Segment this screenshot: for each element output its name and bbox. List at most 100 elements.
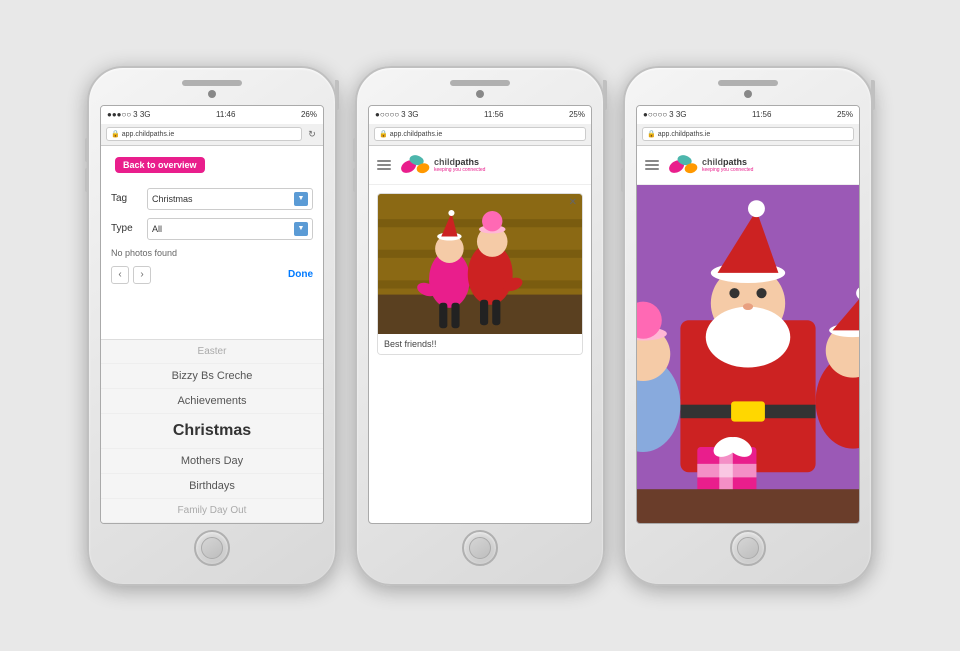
hamburger-line xyxy=(377,168,391,170)
back-to-overview-button[interactable]: Back to overview xyxy=(115,157,205,173)
volume-down-button[interactable] xyxy=(621,168,625,192)
status-left: ●○○○○ 3 3G xyxy=(375,110,419,119)
type-select-arrow: ▼ xyxy=(294,222,308,236)
home-button[interactable] xyxy=(194,530,230,566)
list-item[interactable]: Easter xyxy=(101,340,323,364)
logo-child-text: child xyxy=(702,157,723,167)
phone-2: ●○○○○ 3 3G 11:56 25% 🔒 app.childpaths.ie xyxy=(355,66,605,586)
power-button[interactable] xyxy=(603,80,607,110)
tag-value: Christmas xyxy=(152,194,193,204)
tag-select[interactable]: Christmas ▼ xyxy=(147,188,313,210)
phone-1-content: Back to overview Tag Christmas ▼ Type Al… xyxy=(101,146,323,523)
phone-top xyxy=(631,80,865,101)
hamburger-menu[interactable] xyxy=(645,160,659,170)
type-filter-row: Type All ▼ xyxy=(111,218,313,240)
santa-photo xyxy=(637,185,859,523)
logo-text: child paths keeping you connected xyxy=(702,157,753,173)
network-type: 3 3G xyxy=(133,110,150,119)
type-label: Type xyxy=(111,223,141,234)
phone-top xyxy=(363,80,597,101)
battery-indicator: 25% xyxy=(837,110,853,119)
prev-page-button[interactable]: ‹ xyxy=(111,266,129,284)
logo-text: child paths keeping you connected xyxy=(434,157,485,173)
list-item[interactable]: Mothers Day xyxy=(101,449,323,474)
status-right: 25% xyxy=(837,110,853,119)
battery-indicator: 26% xyxy=(301,110,317,119)
list-item[interactable]: Birthdays xyxy=(101,474,323,499)
address-bar[interactable]: 🔒 app.childpaths.ie xyxy=(642,127,854,141)
list-item[interactable]: Family Day Out xyxy=(101,499,323,523)
browser-bar: 🔒 app.childpaths.ie ↻ xyxy=(101,124,323,146)
list-item-selected[interactable]: Christmas xyxy=(101,414,323,449)
volume-down-button[interactable] xyxy=(85,168,89,192)
phone-1-screen: ●●●○○ 3 3G 11:46 26% 🔒 app.childpaths.ie… xyxy=(100,105,324,524)
power-button[interactable] xyxy=(871,80,875,110)
signal-dots: ●○○○○ xyxy=(375,110,399,119)
done-button[interactable]: Done xyxy=(288,269,313,280)
tag-select-arrow: ▼ xyxy=(294,192,308,206)
back-area: Back to overview xyxy=(101,146,323,184)
network-type: 3 3G xyxy=(401,110,418,119)
status-bar: ●○○○○ 3 3G 11:56 25% xyxy=(369,106,591,124)
volume-up-button[interactable] xyxy=(353,138,357,162)
time-display: 11:46 xyxy=(216,110,235,119)
signal-dots: ●○○○○ xyxy=(643,110,667,119)
page-arrows: ‹ › xyxy=(111,266,151,284)
childpaths-logo-icon xyxy=(667,152,699,178)
pagination-row: ‹ › Done xyxy=(111,262,313,288)
tag-filter-row: Tag Christmas ▼ xyxy=(111,188,313,210)
url-text: app.childpaths.ie xyxy=(658,131,711,138)
list-item[interactable]: Bizzy Bs Creche xyxy=(101,364,323,389)
status-left: ●○○○○ 3 3G xyxy=(643,110,687,119)
volume-up-button[interactable] xyxy=(621,138,625,162)
phone-2-screen: ●○○○○ 3 3G 11:56 25% 🔒 app.childpaths.ie xyxy=(368,105,592,524)
url-text: app.childpaths.ie xyxy=(390,131,443,138)
home-button[interactable] xyxy=(730,530,766,566)
photo-card: ✕ xyxy=(377,193,583,355)
home-button[interactable] xyxy=(462,530,498,566)
app-logo: child paths keeping you connected xyxy=(667,152,753,178)
childpaths-logo-icon xyxy=(399,152,431,178)
address-bar[interactable]: 🔒 app.childpaths.ie xyxy=(374,127,586,141)
signal-dots: ●●●○○ xyxy=(107,110,131,119)
address-bar[interactable]: 🔒 app.childpaths.ie xyxy=(106,127,302,141)
url-text: app.childpaths.ie xyxy=(122,131,175,138)
santa-photo-area xyxy=(637,185,859,523)
phone-1: ●●●○○ 3 3G 11:46 26% 🔒 app.childpaths.ie… xyxy=(87,66,337,586)
close-photo-button[interactable]: ✕ xyxy=(569,197,577,208)
hamburger-line xyxy=(377,160,391,162)
app-header: child paths keeping you connected xyxy=(637,146,859,185)
time-display: 11:56 xyxy=(484,110,503,119)
home-button-inner xyxy=(201,537,223,559)
lock-icon: 🔒 xyxy=(111,130,120,138)
logo-child-text: child xyxy=(434,157,455,167)
status-bar: ●○○○○ 3 3G 11:56 25% xyxy=(637,106,859,124)
speaker xyxy=(182,80,242,86)
phone-3-screen: ●○○○○ 3 3G 11:56 25% 🔒 app.childpaths.ie xyxy=(636,105,860,524)
app-header: child paths keeping you connected xyxy=(369,146,591,185)
browser-bar: 🔒 app.childpaths.ie xyxy=(637,124,859,146)
browser-bar: 🔒 app.childpaths.ie xyxy=(369,124,591,146)
camera xyxy=(208,90,216,98)
speaker xyxy=(450,80,510,86)
logo-tagline: keeping you connected xyxy=(702,167,753,173)
status-right: 25% xyxy=(569,110,585,119)
lock-icon: 🔒 xyxy=(379,130,388,138)
app-logo: child paths keeping you connected xyxy=(399,152,485,178)
volume-up-button[interactable] xyxy=(85,138,89,162)
photo-caption: Best friends!! xyxy=(378,334,582,354)
network-type: 3 3G xyxy=(669,110,686,119)
phone-2-content: child paths keeping you connected ✕ xyxy=(369,146,591,523)
next-page-button[interactable]: › xyxy=(133,266,151,284)
hamburger-menu[interactable] xyxy=(377,160,391,170)
refresh-button[interactable]: ↻ xyxy=(306,128,318,140)
lock-icon: 🔒 xyxy=(647,130,656,138)
type-value: All xyxy=(152,224,162,234)
dropdown-list: Easter Bizzy Bs Creche Achievements Chri… xyxy=(101,339,323,523)
battery-indicator: 25% xyxy=(569,110,585,119)
volume-down-button[interactable] xyxy=(353,168,357,192)
santa-photo-art xyxy=(637,185,859,523)
power-button[interactable] xyxy=(335,80,339,110)
list-item[interactable]: Achievements xyxy=(101,389,323,414)
type-select[interactable]: All ▼ xyxy=(147,218,313,240)
